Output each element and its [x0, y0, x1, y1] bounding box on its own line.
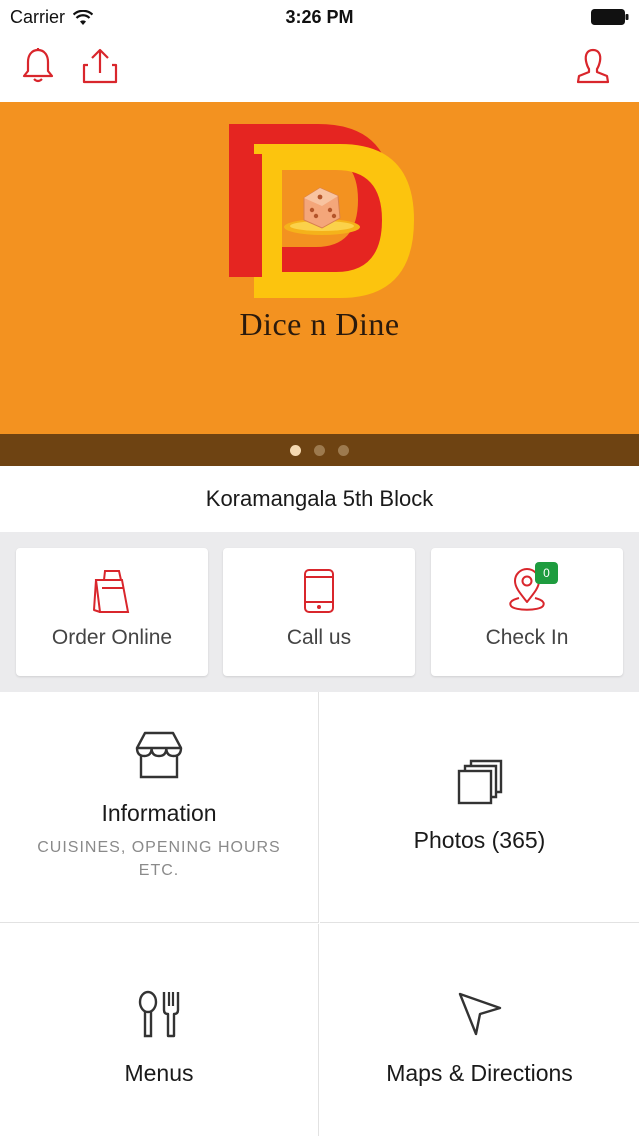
feature-tiles: Information CUISINES, OPENING HOURS ETC.… — [0, 692, 639, 1136]
information-title: Information — [101, 800, 217, 826]
battery-icon — [591, 9, 629, 25]
information-tile[interactable]: Information CUISINES, OPENING HOURS ETC. — [0, 692, 319, 923]
menus-tile[interactable]: Menus — [0, 924, 319, 1136]
maps-tile[interactable]: Maps & Directions — [320, 924, 639, 1136]
check-in-count-badge: 0 — [535, 562, 558, 584]
location-bar: Koramangala 5th Block — [0, 466, 639, 532]
navigation-arrow-icon — [458, 992, 501, 1036]
pager-dot-1[interactable] — [290, 444, 301, 456]
status-time: 3:26 PM — [285, 7, 354, 27]
information-subtitle: CUISINES, OPENING HOURS ETC. — [37, 839, 281, 879]
check-in-label: Check In — [485, 626, 569, 649]
hero-banner[interactable]: Dice n Dine — [0, 102, 639, 434]
order-online-label: Order Online — [51, 626, 173, 649]
carousel-pager — [0, 434, 639, 466]
top-nav — [0, 34, 639, 102]
action-strip: Order Online Call us 0 Check In — [0, 532, 639, 692]
cutlery-icon — [138, 990, 180, 1038]
maps-title: Maps & Directions — [386, 1060, 573, 1086]
check-in-button[interactable]: 0 Check In — [431, 548, 623, 676]
share-button[interactable] — [80, 46, 120, 86]
call-us-label: Call us — [286, 626, 352, 649]
brand-logo — [229, 124, 414, 298]
pager-dot-2[interactable] — [314, 444, 325, 456]
photos-tile[interactable]: Photos (365) — [320, 692, 639, 923]
menus-title: Menus — [124, 1060, 194, 1086]
brand-name: Dice n Dine — [239, 306, 400, 342]
user-icon — [576, 48, 610, 84]
call-us-button[interactable]: Call us — [223, 548, 415, 676]
status-bar: Carrier 3:26 PM — [0, 0, 639, 34]
order-online-button[interactable]: Order Online — [16, 548, 208, 676]
shopping-bag-icon — [93, 570, 130, 613]
phone-icon — [304, 569, 334, 613]
pager-dot-3[interactable] — [338, 444, 349, 456]
share-icon — [82, 48, 118, 84]
storefront-icon — [135, 731, 183, 779]
photos-title: Photos (365) — [413, 827, 546, 853]
profile-button[interactable] — [573, 46, 613, 86]
notifications-button[interactable] — [18, 46, 58, 86]
bell-icon — [22, 48, 54, 83]
location-name: Koramangala 5th Block — [205, 486, 434, 511]
photo-stack-icon — [457, 759, 502, 805]
